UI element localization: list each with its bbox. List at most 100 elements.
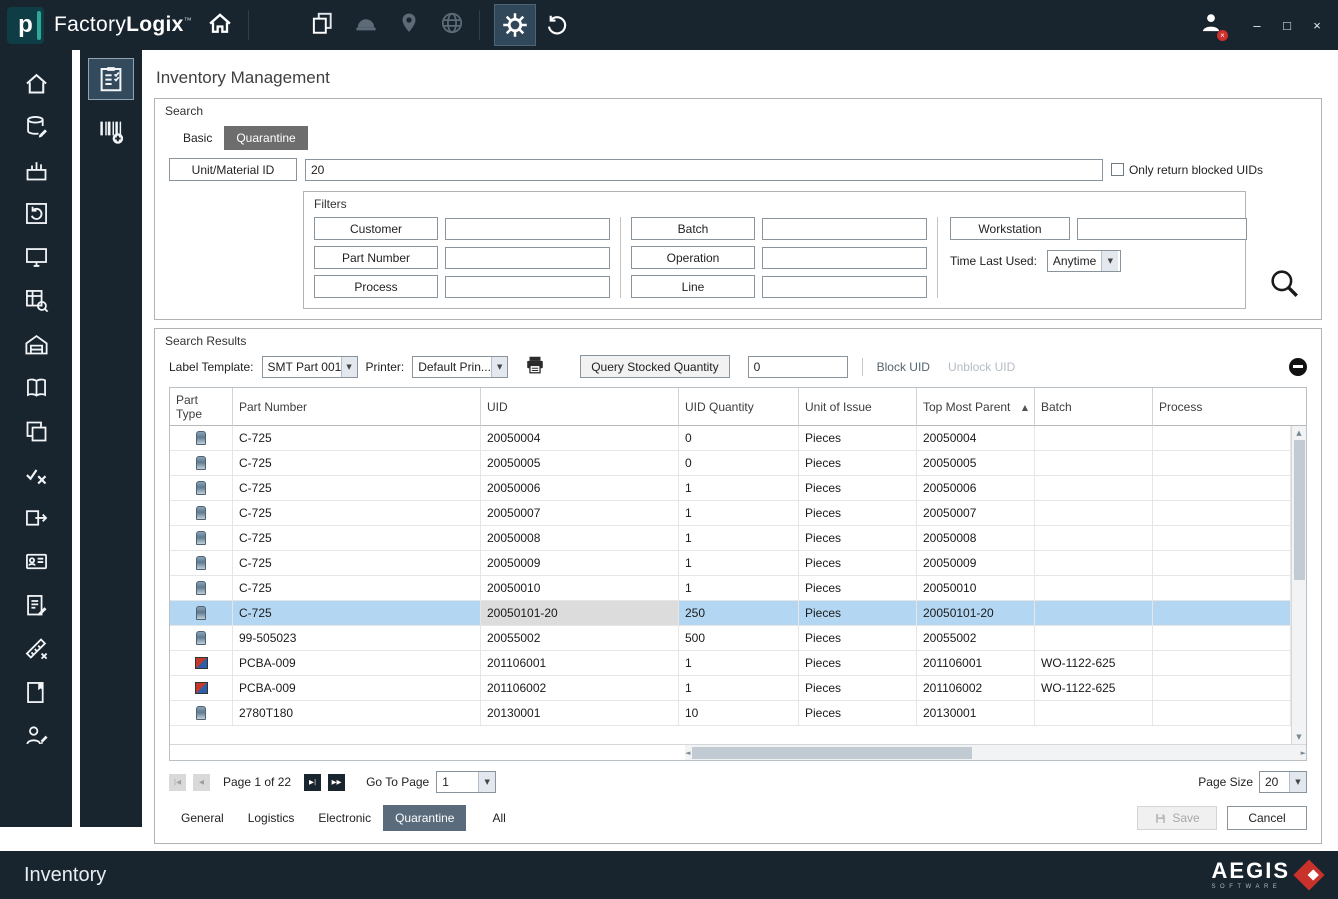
documents-icon[interactable] xyxy=(309,10,335,41)
part-number-filter-input[interactable] xyxy=(445,247,610,269)
history-tile[interactable] xyxy=(536,4,578,46)
process-filter-input[interactable] xyxy=(445,276,610,298)
cell-uid-quantity[interactable]: 1 xyxy=(679,501,799,526)
material-transfer-icon[interactable] xyxy=(21,503,51,533)
cell-process[interactable] xyxy=(1153,676,1291,701)
cell-part-number[interactable]: C-725 xyxy=(233,426,481,451)
vertical-scrollbar[interactable]: ▲ ▼ xyxy=(1291,426,1306,744)
unit-material-id-input[interactable] xyxy=(305,159,1103,181)
line-filter-input[interactable] xyxy=(762,276,927,298)
document-tag-icon[interactable] xyxy=(21,677,51,707)
cell-uid[interactable]: 201106001 xyxy=(481,651,679,676)
cell-uid-quantity[interactable]: 1 xyxy=(679,651,799,676)
column-header-part-number[interactable]: Part Number xyxy=(233,388,481,426)
tab-logistics[interactable]: Logistics xyxy=(236,805,307,831)
tab-quarantine[interactable]: Quarantine xyxy=(224,126,307,150)
time-last-used-combo[interactable]: Anytime▼ xyxy=(1047,250,1121,272)
tab-basic[interactable]: Basic xyxy=(171,126,224,150)
cell-uid-quantity[interactable]: 1 xyxy=(679,676,799,701)
table-row[interactable]: C-725 20050009 1 Pieces 20050009 xyxy=(170,551,1291,576)
cell-part-number[interactable]: C-725 xyxy=(233,476,481,501)
cell-unit-of-issue[interactable]: Pieces xyxy=(799,626,917,651)
column-header-batch[interactable]: Batch xyxy=(1035,388,1153,426)
measurement-ruler-icon[interactable] xyxy=(21,634,51,664)
cell-unit-of-issue[interactable]: Pieces xyxy=(799,451,917,476)
maximize-button[interactable]: □ xyxy=(1276,18,1298,33)
block-uid-button[interactable]: Block UID xyxy=(877,360,930,374)
cell-part-number[interactable]: C-725 xyxy=(233,576,481,601)
cell-part-number[interactable]: C-725 xyxy=(233,526,481,551)
cell-part-number[interactable]: C-725 xyxy=(233,451,481,476)
cell-unit-of-issue[interactable]: Pieces xyxy=(799,601,917,626)
warehouse-icon[interactable] xyxy=(21,329,51,359)
query-stocked-quantity-button[interactable]: Query Stocked Quantity xyxy=(580,355,729,378)
table-search-icon[interactable] xyxy=(21,286,51,316)
minimize-button[interactable]: – xyxy=(1246,18,1268,33)
cell-top-most-parent[interactable]: 20050007 xyxy=(917,501,1035,526)
cell-batch[interactable] xyxy=(1035,451,1153,476)
stock-chart-icon[interactable] xyxy=(21,155,51,185)
cell-process[interactable] xyxy=(1153,501,1291,526)
cell-uid[interactable]: 20130001 xyxy=(481,701,679,726)
table-row[interactable]: PCBA-009 201106001 1 Pieces 201106001 WO… xyxy=(170,651,1291,676)
column-header-process[interactable]: Process xyxy=(1153,388,1291,426)
validation-check-icon[interactable] xyxy=(21,460,51,490)
block-icon[interactable] xyxy=(1289,358,1307,376)
home-icon[interactable] xyxy=(206,9,234,42)
cell-batch[interactable] xyxy=(1035,476,1153,501)
cancel-button[interactable]: Cancel xyxy=(1227,806,1307,830)
cell-unit-of-issue[interactable]: Pieces xyxy=(799,426,917,451)
cell-unit-of-issue[interactable]: Pieces xyxy=(799,501,917,526)
column-header-top-most-parent[interactable]: Top Most Parent▲ xyxy=(917,388,1035,426)
cell-uid[interactable]: 20050007 xyxy=(481,501,679,526)
cell-uid[interactable]: 20050006 xyxy=(481,476,679,501)
tab-general[interactable]: General xyxy=(169,805,236,831)
cell-top-most-parent[interactable]: 20130001 xyxy=(917,701,1035,726)
cell-process[interactable] xyxy=(1153,626,1291,651)
cell-batch[interactable] xyxy=(1035,526,1153,551)
stocked-quantity-input[interactable] xyxy=(748,356,848,378)
cell-process[interactable] xyxy=(1153,426,1291,451)
cell-uid-quantity[interactable]: 1 xyxy=(679,551,799,576)
cell-uid-quantity[interactable]: 1 xyxy=(679,476,799,501)
cell-uid[interactable]: 20050005 xyxy=(481,451,679,476)
cell-unit-of-issue[interactable]: Pieces xyxy=(799,526,917,551)
print-icon[interactable] xyxy=(524,354,546,379)
cell-top-most-parent[interactable]: 20050008 xyxy=(917,526,1035,551)
workstation-filter-button[interactable]: Workstation xyxy=(950,217,1070,240)
cell-part-number[interactable]: C-725 xyxy=(233,601,481,626)
column-header-uid[interactable]: UID xyxy=(481,388,679,426)
cell-process[interactable] xyxy=(1153,651,1291,676)
cell-process[interactable] xyxy=(1153,526,1291,551)
cell-process[interactable] xyxy=(1153,701,1291,726)
table-row[interactable]: C-725 20050101-20 250 Pieces 20050101-20 xyxy=(170,601,1291,626)
hardhat-icon[interactable] xyxy=(353,10,379,41)
cell-part-number[interactable]: C-725 xyxy=(233,551,481,576)
cell-uid-quantity[interactable]: 10 xyxy=(679,701,799,726)
cell-uid-quantity[interactable]: 0 xyxy=(679,426,799,451)
cell-batch[interactable] xyxy=(1035,501,1153,526)
inventory-list-tile-active[interactable] xyxy=(88,58,134,100)
cell-uid[interactable]: 20050008 xyxy=(481,526,679,551)
scroll-down-icon[interactable]: ▼ xyxy=(1296,730,1301,744)
home-nav-icon[interactable] xyxy=(21,68,51,98)
cell-batch[interactable] xyxy=(1035,626,1153,651)
cell-part-number[interactable]: PCBA-009 xyxy=(233,676,481,701)
globe-icon[interactable] xyxy=(439,10,465,41)
table-row[interactable]: C-725 20050004 0 Pieces 20050004 xyxy=(170,426,1291,451)
cell-top-most-parent[interactable]: 20050101-20 xyxy=(917,601,1035,626)
cell-process[interactable] xyxy=(1153,476,1291,501)
cell-unit-of-issue[interactable]: Pieces xyxy=(799,701,917,726)
customer-filter-input[interactable] xyxy=(445,218,610,240)
save-button[interactable]: Save xyxy=(1137,806,1217,830)
cell-unit-of-issue[interactable]: Pieces xyxy=(799,651,917,676)
location-pin-icon[interactable] xyxy=(397,11,421,40)
cell-batch[interactable] xyxy=(1035,551,1153,576)
table-row[interactable]: C-725 20050007 1 Pieces 20050007 xyxy=(170,501,1291,526)
cell-part-number[interactable]: C-725 xyxy=(233,501,481,526)
table-row[interactable]: C-725 20050005 0 Pieces 20050005 xyxy=(170,451,1291,476)
unit-material-id-button[interactable]: Unit/Material ID xyxy=(169,158,297,181)
table-row[interactable]: PCBA-009 201106002 1 Pieces 201106002 WO… xyxy=(170,676,1291,701)
printer-combo[interactable]: Default Prin...▼ xyxy=(412,356,508,378)
cell-batch[interactable]: WO-1122-625 xyxy=(1035,676,1153,701)
